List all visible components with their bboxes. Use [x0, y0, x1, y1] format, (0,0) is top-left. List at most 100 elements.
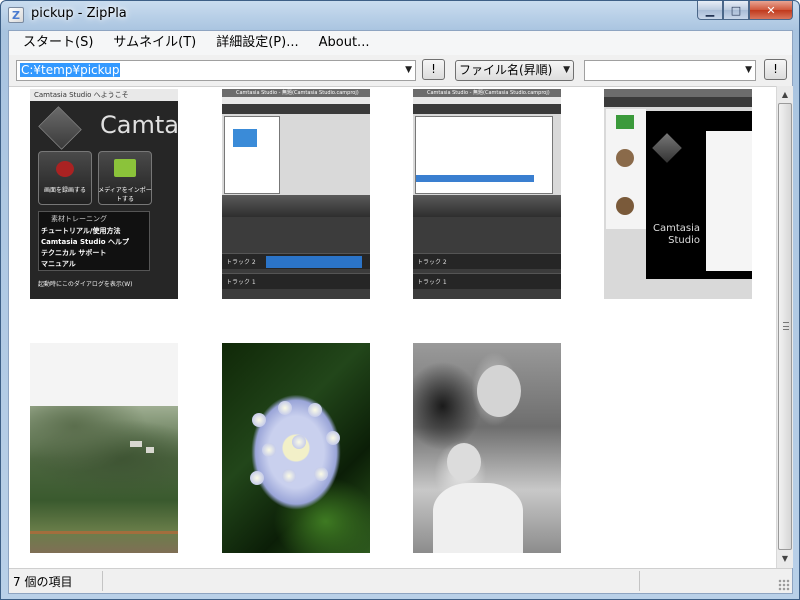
- zippla-app-icon[interactable]: Z: [8, 7, 24, 23]
- path-go-button[interactable]: !: [422, 59, 445, 80]
- photo-detail: [292, 435, 306, 449]
- thumbnail-photo[interactable]: [413, 343, 561, 553]
- image-icon: [616, 115, 634, 129]
- thumb-wizard-list: [706, 131, 752, 271]
- thumb-track-label: トラック 1: [226, 279, 256, 286]
- thumb-toolbar: [413, 104, 561, 114]
- vertical-scrollbar[interactable]: ▲ ▼: [776, 86, 793, 568]
- thumb-clip: [266, 256, 362, 268]
- thumbnail-photo[interactable]: [222, 343, 370, 553]
- thumb-tools: [413, 195, 561, 217]
- photo-detail: [146, 447, 154, 453]
- photo-detail: [30, 531, 178, 534]
- menu-thumbnail[interactable]: サムネイル(T): [103, 31, 206, 55]
- thumb-footer: 起動時にこのダイアログを表示(W): [38, 281, 133, 288]
- thumb-file-panel: [606, 109, 646, 229]
- thumb-menu-header: 素材トレーニング: [51, 215, 107, 223]
- thumb-library-list: [415, 116, 553, 194]
- thumb-wizard-dialog: Camtasia Studio: [646, 111, 752, 279]
- thumbnail-item[interactable]: Camtasia Studio - 無題(Camtasia Studio.cam…: [413, 89, 561, 299]
- path-input-value[interactable]: C:¥temp¥pickup: [20, 63, 121, 77]
- camtasia-logo-icon: [652, 133, 682, 163]
- photo-detail: [130, 441, 142, 447]
- thumb-menu-line: マニュアル: [41, 260, 76, 268]
- thumb-caption: Camtasia Studio へようこそ: [34, 91, 129, 99]
- thumbnail-grid[interactable]: Camtasia Studio へようこそ Camtasia 画面を録画する メ…: [9, 86, 776, 568]
- thumbnail-item[interactable]: Camtasia Studio: [604, 89, 752, 299]
- thumb-tools: [222, 195, 370, 217]
- thumb-tile-label: 画面を録画する: [43, 187, 86, 194]
- thumb-menubar: [413, 97, 561, 104]
- menu-bar: スタート(S) サムネイル(T) 詳細設定(P)... About...: [9, 31, 792, 55]
- sort-order-value: ファイル名(昇順): [459, 63, 553, 77]
- thumb-menu-line: チュートリアル/使用方法: [41, 227, 121, 235]
- photo-detail: [282, 469, 296, 483]
- thumb-menubar: [222, 97, 370, 104]
- thumb-timeline: トラック 2 トラック 1: [222, 217, 370, 299]
- menu-settings[interactable]: 詳細設定(P)...: [206, 31, 308, 55]
- scrollbar-thumb[interactable]: [778, 103, 792, 550]
- thumb-clip-bin: [224, 116, 280, 194]
- sort-order-select[interactable]: ファイル名(昇順) ▼: [455, 60, 574, 81]
- thumb-brand-text: Camtasia Studio: [652, 223, 700, 246]
- photo-detail: [477, 365, 521, 417]
- thumb-timeline: トラック 2 トラック 1: [413, 217, 561, 299]
- thumb-toolbar: [604, 97, 752, 107]
- record-icon: [56, 161, 74, 177]
- title-bar[interactable]: Z pickup - ZipPla ▁ □ ✕: [1, 1, 799, 27]
- thumbnail-item[interactable]: Camtasia Studio - 無題(Camtasia Studio.cam…: [222, 89, 370, 299]
- thumb-selected-row: [416, 175, 534, 182]
- thumb-track: トラック 2: [413, 253, 561, 269]
- thumb-track: トラック 1: [413, 273, 561, 289]
- thumb-track-label: トラック 1: [417, 279, 447, 286]
- thumb-toolbar: [222, 104, 370, 114]
- thumb-track-label: トラック 2: [417, 259, 447, 266]
- thumb-tile-label: メディアをインポートする: [98, 187, 152, 203]
- app-window: Z pickup - ZipPla ▁ □ ✕ スタート(S) サムネイル(T)…: [0, 0, 800, 600]
- thumb-caption: Camtasia Studio - 無題(Camtasia Studio.cam…: [427, 90, 550, 96]
- filter-combobox[interactable]: ▼: [584, 60, 756, 81]
- thumb-track: トラック 1: [222, 273, 370, 289]
- photo-detail: [252, 413, 266, 427]
- camtasia-logo-icon: [38, 106, 82, 150]
- menu-start[interactable]: スタート(S): [13, 31, 103, 55]
- chevron-down-icon[interactable]: ▼: [405, 61, 412, 80]
- client-area: スタート(S) サムネイル(T) 詳細設定(P)... About... C:¥…: [8, 30, 793, 594]
- photo-detail: [250, 471, 264, 485]
- chevron-down-icon[interactable]: ▼: [745, 61, 752, 80]
- thumb-menu-line: Camtasia Studio ヘルプ: [41, 238, 129, 246]
- photo-detail: [326, 431, 340, 445]
- scroll-up-icon[interactable]: ▲: [777, 86, 793, 103]
- toolbar: C:¥temp¥pickup ▼ ! ファイル名(昇順) ▼ ▼ !: [9, 56, 792, 84]
- image-icon: [616, 149, 634, 167]
- filter-go-button[interactable]: !: [764, 59, 787, 80]
- thumb-brand-text: Camtasia: [100, 111, 178, 139]
- photo-detail: [308, 403, 322, 417]
- close-button[interactable]: ✕: [749, 1, 793, 20]
- window-title: pickup - ZipPla: [31, 6, 127, 21]
- thumb-menu-box: 素材トレーニング チュートリアル/使用方法 Camtasia Studio ヘル…: [38, 211, 150, 271]
- clip-icon: [233, 129, 257, 147]
- maximize-button[interactable]: □: [723, 1, 749, 20]
- minimize-button[interactable]: ▁: [697, 1, 723, 20]
- menu-about[interactable]: About...: [309, 31, 380, 55]
- status-divider: [102, 571, 103, 591]
- photo-detail: [447, 443, 481, 481]
- photo-detail: [314, 467, 328, 481]
- caption-buttons: ▁ □ ✕: [697, 1, 793, 20]
- thumb-menu-line: テクニカル サポート: [41, 249, 107, 257]
- thumbnail-item[interactable]: Camtasia Studio へようこそ Camtasia 画面を録画する メ…: [30, 89, 178, 299]
- photo-detail: [262, 443, 276, 457]
- resize-grip-icon[interactable]: [778, 579, 790, 591]
- scroll-down-icon[interactable]: ▼: [777, 550, 793, 567]
- status-divider: [639, 571, 640, 591]
- status-bar: 7 個の項目: [9, 568, 792, 593]
- thumbnail-photo[interactable]: [30, 343, 178, 553]
- image-icon: [616, 197, 634, 215]
- chevron-down-icon[interactable]: ▼: [563, 61, 570, 80]
- folder-icon: [114, 159, 136, 177]
- item-count-status: 7 個の項目: [13, 575, 73, 589]
- path-combobox[interactable]: C:¥temp¥pickup ▼: [16, 60, 416, 81]
- photo-detail: [433, 483, 523, 553]
- record-tile: [38, 151, 92, 205]
